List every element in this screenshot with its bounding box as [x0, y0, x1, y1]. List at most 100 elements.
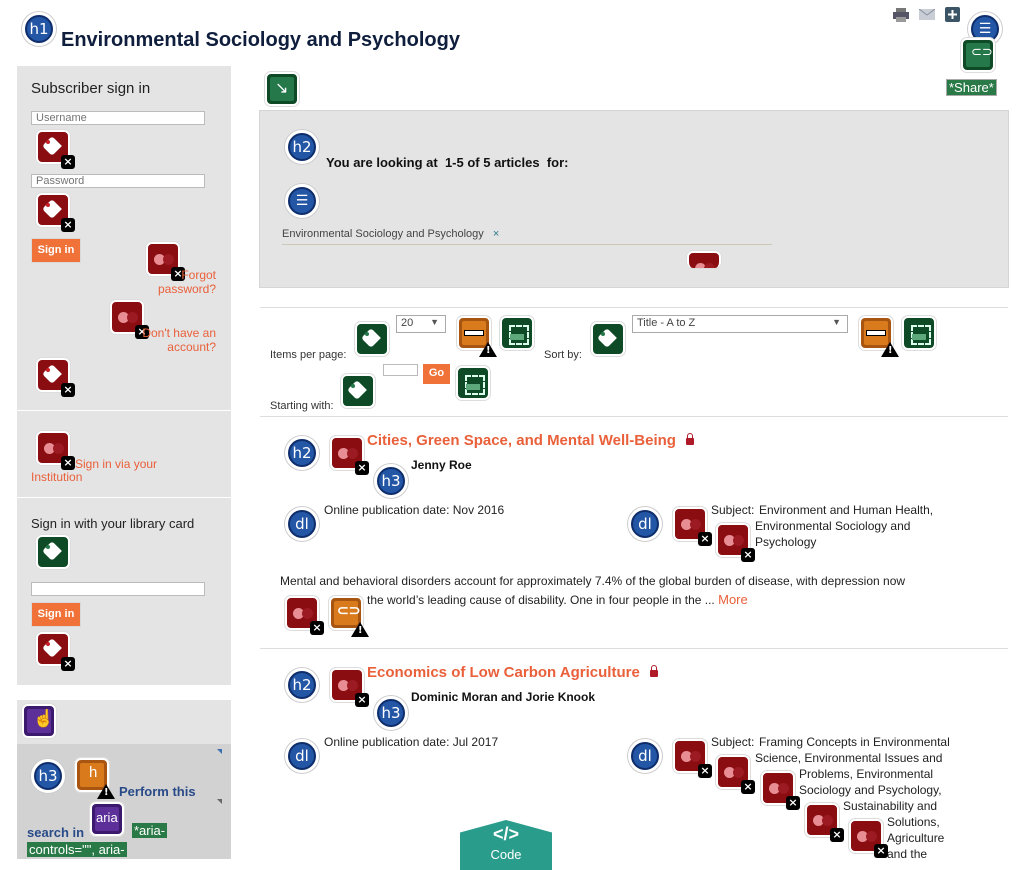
link-error-icon: × — [761, 771, 800, 810]
link-error-icon — [687, 251, 721, 268]
label-tag-icon — [36, 535, 70, 569]
dl-badge-icon: dl — [285, 507, 319, 541]
h2-badge-icon: h2 — [285, 130, 319, 164]
h3-badge-icon: h3 — [374, 464, 408, 498]
subject-link[interactable]: Sustainability and — [843, 799, 937, 813]
search-text: Perform this — [119, 784, 196, 799]
h3-badge-icon: h3 — [374, 696, 408, 730]
touch-icon: ☝ — [22, 704, 56, 738]
subject-link[interactable]: Sociology and Psychology, — [799, 783, 942, 797]
code-icon: </> — [492, 824, 520, 844]
dl-badge-icon: dl — [628, 739, 662, 773]
subscriber-heading: Subscriber sign in — [31, 80, 151, 97]
scroll-arrow-icon[interactable] — [217, 749, 222, 754]
article-title-link[interactable]: Economics of Low Carbon Agriculture — [367, 664, 658, 681]
aria-badge-icon: aria — [90, 802, 124, 836]
link-error-icon: × — [849, 819, 888, 858]
list-icon: ☰ — [285, 184, 319, 218]
article-title-link[interactable]: Cities, Green Space, and Mental Well-Bei… — [367, 432, 694, 449]
image-placeholder-icon — [902, 316, 936, 350]
filter-chip: Environmental Sociology and Psychology × — [282, 228, 500, 240]
search-text-2: search in — [27, 825, 85, 840]
divider — [282, 244, 772, 245]
label-tag-icon: × — [36, 130, 75, 169]
link-error-icon: × — [330, 668, 369, 707]
link-error-icon: × — [673, 507, 712, 546]
results-summary-panel — [259, 110, 1009, 288]
link-error-icon: × — [716, 755, 755, 794]
sort-by-label: Sort by: — [544, 349, 582, 361]
label-tag-icon: × — [36, 632, 75, 671]
label-tag-icon: × — [36, 193, 75, 232]
aria-note: *aria- — [132, 823, 168, 838]
link-error-icon: × — [285, 596, 324, 635]
h3-badge-icon: h3 — [31, 759, 65, 793]
items-per-page-select[interactable]: 20 ▼ — [396, 315, 446, 333]
sign-in-button[interactable]: Sign in — [31, 238, 81, 263]
share-label: *Share* — [946, 79, 997, 96]
dl-badge-icon: dl — [628, 507, 662, 541]
page-title: Environmental Sociology and Psychology — [61, 29, 460, 51]
divider — [260, 416, 1008, 417]
library-sign-in-button[interactable]: Sign in — [31, 602, 81, 627]
subject-link[interactable]: Environmental Sociology and — [755, 519, 910, 533]
subject-link[interactable]: Environment and Human Health, — [759, 503, 933, 517]
h2-badge-icon: h2 — [285, 668, 319, 702]
go-button[interactable]: Go — [423, 364, 450, 384]
forgot-password-link[interactable]: Forgot password? — [152, 268, 216, 296]
redundant-link-icon: ⊂⊃ — [329, 596, 369, 637]
sort-by-select[interactable]: Title - A to Z ▼ — [632, 315, 848, 333]
image-placeholder-icon — [456, 366, 490, 400]
starting-with-label: Starting with: — [270, 400, 334, 412]
label-tag-icon — [591, 322, 625, 356]
label-tag-icon: × — [36, 358, 75, 397]
link-error-icon: × — [805, 803, 844, 842]
code-badge[interactable]: </> Code — [460, 820, 552, 870]
divider — [260, 648, 1008, 649]
h1-badge-icon: h1 — [22, 12, 56, 46]
subject-label: Subject: — [711, 735, 755, 749]
subject-link[interactable]: Psychology — [755, 535, 816, 549]
more-link[interactable]: More — [718, 592, 748, 607]
select-alert-icon — [457, 316, 497, 357]
heading-link-icon: h — [75, 758, 115, 799]
results-summary: You are looking at 1-5 of 5 articles for… — [326, 155, 569, 170]
subject-link[interactable]: Solutions, — [887, 815, 940, 829]
subject-link[interactable]: Problems, Environmental — [799, 767, 933, 781]
print-icon[interactable] — [892, 8, 910, 22]
article-authors: Dominic Moran and Jorie Knook — [411, 690, 596, 704]
items-per-page-label: Items per page: — [270, 349, 347, 361]
select-alert-icon — [859, 316, 899, 357]
starting-with-input[interactable] — [383, 364, 418, 376]
divider — [260, 307, 1008, 308]
link-error-icon: × — [673, 739, 712, 778]
username-input[interactable] — [31, 111, 205, 125]
link-error-icon: × — [716, 523, 755, 562]
password-input[interactable] — [31, 174, 205, 188]
article-abstract: the world’s leading cause of disability.… — [367, 592, 748, 607]
create-account-link[interactable]: Don't have an account? — [140, 326, 216, 354]
subject-link[interactable]: Agriculture — [887, 831, 944, 845]
label-tag-icon — [355, 322, 389, 356]
article-authors: Jenny Roe — [411, 458, 472, 472]
label-tag-icon — [341, 374, 375, 408]
link-image-icon: ⊂⊃ — [961, 38, 995, 72]
remove-filter-button[interactable]: × — [493, 228, 499, 240]
link-error-icon: × — [110, 300, 149, 339]
library-card-input[interactable] — [31, 582, 205, 596]
h2-badge-icon: h2 — [285, 436, 319, 470]
add-icon[interactable] — [945, 7, 960, 22]
skip-link-icon: ↘ — [265, 72, 299, 106]
scroll-arrow-icon[interactable] — [217, 799, 222, 804]
lock-icon — [685, 433, 694, 445]
institution-signin-link[interactable]: Sign in via your Institution — [31, 458, 211, 484]
publication-date: Online publication date: Nov 2016 — [324, 503, 505, 517]
lock-icon — [649, 665, 658, 677]
link-error-icon: × — [330, 436, 369, 475]
subject-link[interactable]: Science, Environmental Issues and — [755, 751, 942, 765]
publication-date: Online publication date: Jul 2017 — [324, 735, 499, 749]
library-heading: Sign in with your library card — [31, 516, 195, 531]
email-icon[interactable] — [919, 9, 935, 20]
subject-link[interactable]: Framing Concepts in Environmental — [759, 735, 950, 749]
image-placeholder-icon — [500, 316, 534, 350]
